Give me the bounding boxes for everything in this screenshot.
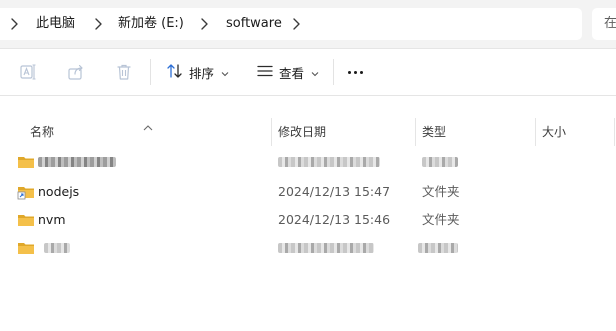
sort-button[interactable]: 排序 <box>166 57 229 87</box>
view-button[interactable]: 查看 <box>256 57 319 87</box>
chevron-down-icon <box>311 65 319 80</box>
chevron-right-icon[interactable] <box>8 16 20 32</box>
chevron-right-icon[interactable] <box>198 16 210 32</box>
share-icon[interactable] <box>66 62 86 82</box>
column-date-modified[interactable]: 修改日期 <box>278 118 326 146</box>
sort-label: 排序 <box>189 65 215 81</box>
folder-icon <box>17 240 35 256</box>
command-bar: 排序 查看 <box>0 48 616 96</box>
sort-ascending-icon <box>143 116 153 135</box>
file-row[interactable]: nodejs 2024/12/13 15:47 文件夹 <box>0 178 616 206</box>
breadcrumb-software[interactable]: software <box>226 15 282 33</box>
file-type: 文件夹 <box>422 184 460 199</box>
column-size[interactable]: 大小 <box>542 118 566 146</box>
file-date: 2024/12/13 15:47 <box>278 184 391 199</box>
redacted-name <box>38 157 116 167</box>
folder-shortcut-icon <box>17 184 35 200</box>
rename-icon[interactable] <box>18 62 38 82</box>
file-date: 2024/12/13 15:46 <box>278 212 391 227</box>
redacted-date <box>278 243 374 253</box>
toolbar-divider <box>150 59 151 85</box>
breadcrumb[interactable]: 此电脑 新加卷 (E:) software <box>0 8 582 40</box>
column-header: 名称 修改日期 类型 大小 <box>0 118 616 146</box>
chevron-down-icon <box>221 65 229 80</box>
sort-icon <box>166 62 184 83</box>
column-divider[interactable] <box>535 118 536 146</box>
folder-icon <box>17 154 35 170</box>
column-divider[interactable] <box>271 118 272 146</box>
view-label: 查看 <box>279 65 305 81</box>
toolbar-divider <box>333 59 334 85</box>
more-options-icon[interactable] <box>348 71 363 74</box>
folder-icon <box>17 212 35 228</box>
file-explorer-window: 此电脑 新加卷 (E:) software 在 排序 查看 名称 修改日期 类型… <box>0 0 616 331</box>
file-name: nodejs <box>38 184 80 199</box>
view-icon <box>256 62 274 83</box>
column-type[interactable]: 类型 <box>422 118 446 146</box>
breadcrumb-this-pc[interactable]: 此电脑 <box>36 15 75 33</box>
file-type: 文件夹 <box>422 212 460 227</box>
column-divider[interactable] <box>415 118 416 146</box>
redacted-type <box>418 243 458 253</box>
breadcrumb-drive-e[interactable]: 新加卷 (E:) <box>118 15 184 33</box>
chevron-right-icon[interactable] <box>290 16 302 32</box>
search-box[interactable]: 在 <box>592 8 616 40</box>
file-row[interactable]: nvm 2024/12/13 15:46 文件夹 <box>0 206 616 234</box>
redacted-type <box>422 157 458 167</box>
file-row[interactable] <box>0 234 616 262</box>
address-bar: 此电脑 新加卷 (E:) software 在 <box>0 0 616 48</box>
column-name[interactable]: 名称 <box>30 118 54 146</box>
column-divider[interactable] <box>614 118 615 146</box>
search-placeholder: 在 <box>604 16 616 31</box>
file-row[interactable] <box>0 148 616 176</box>
redacted-name <box>44 243 70 253</box>
chevron-right-icon[interactable] <box>92 16 104 32</box>
redacted-date <box>278 157 380 167</box>
file-name: nvm <box>38 212 66 227</box>
delete-icon[interactable] <box>114 62 134 82</box>
